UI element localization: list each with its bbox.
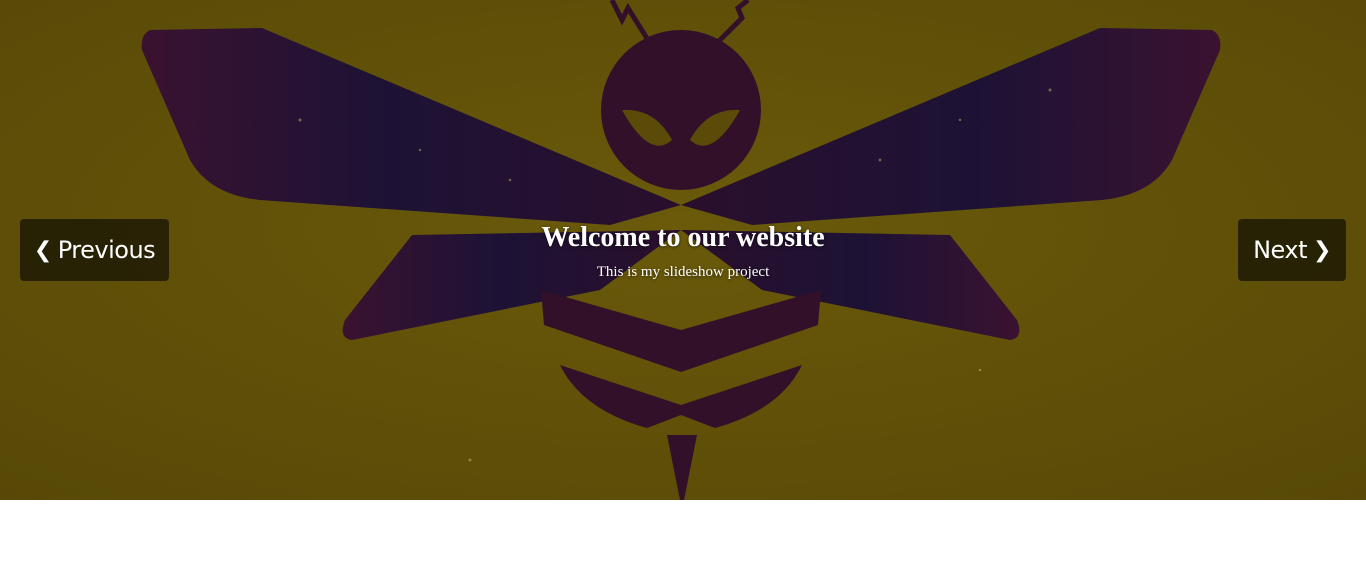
slide-subtitle: This is my slideshow project bbox=[596, 264, 770, 280]
page-content-area bbox=[0, 500, 1366, 564]
chevron-right-icon: ❯ bbox=[1312, 237, 1331, 263]
previous-button[interactable]: ❮ Previous bbox=[20, 219, 169, 281]
chevron-left-icon: ❮ bbox=[33, 237, 52, 263]
next-button[interactable]: Next ❯ bbox=[1238, 219, 1346, 281]
slide-caption: Welcome to our website This is my slides… bbox=[0, 219, 1366, 281]
next-button-label: Next bbox=[1253, 236, 1307, 264]
slideshow: Welcome to our website This is my slides… bbox=[0, 0, 1366, 500]
previous-button-label: Previous bbox=[57, 236, 156, 264]
slide-title: Welcome to our website bbox=[541, 222, 825, 253]
